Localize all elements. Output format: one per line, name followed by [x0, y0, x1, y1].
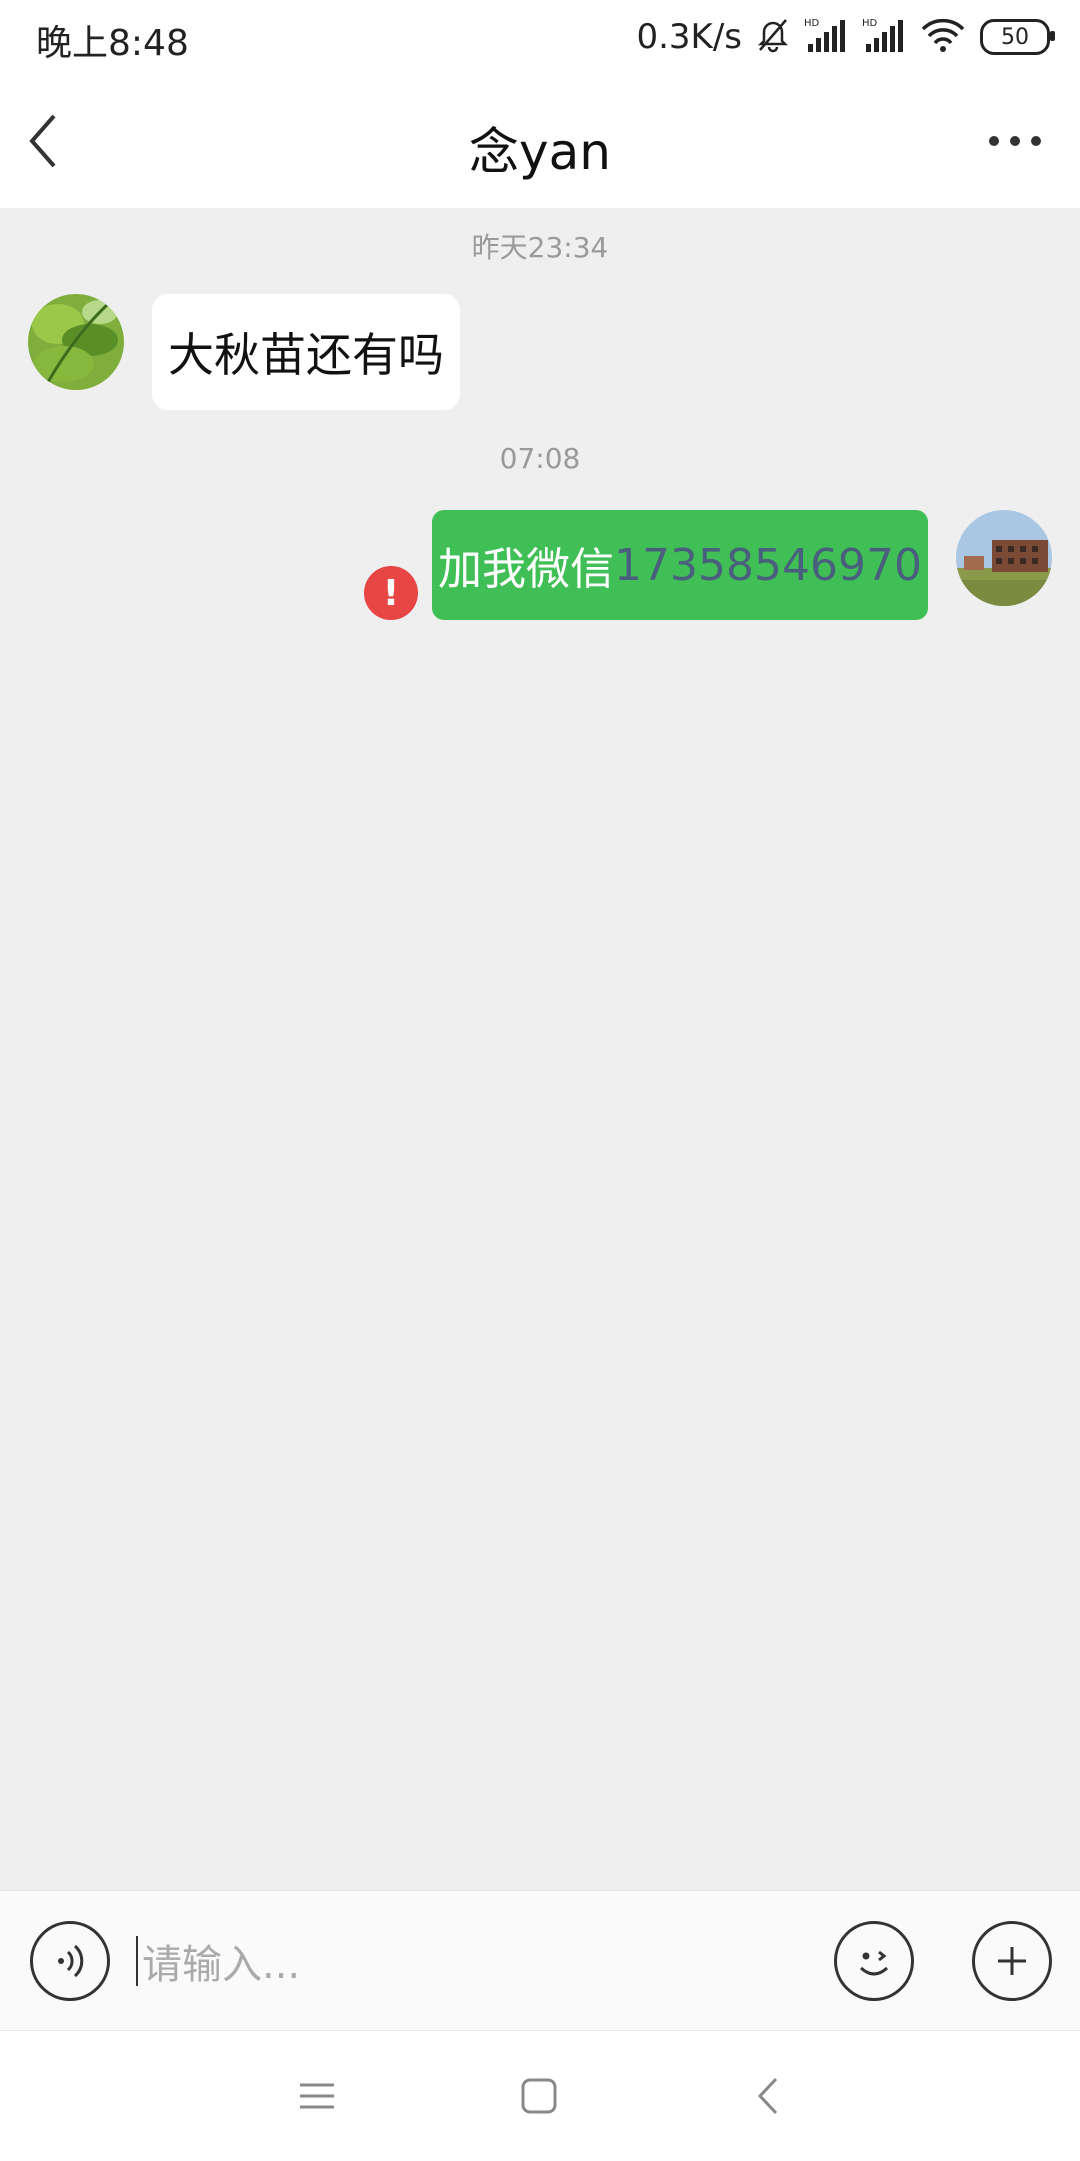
chat-header: 念yan	[0, 76, 1080, 208]
more-options-button[interactable]	[980, 106, 1050, 176]
recent-apps-button[interactable]	[294, 2073, 340, 2119]
wifi-icon	[920, 17, 966, 57]
add-attachment-button[interactable]	[972, 1921, 1052, 2001]
battery-level: 50	[1001, 24, 1029, 50]
menu-icon	[300, 2083, 334, 2109]
home-square-icon	[521, 2078, 557, 2114]
incoming-message-bubble[interactable]: 大秋苗还有吗	[152, 294, 460, 410]
my-avatar[interactable]	[956, 510, 1052, 606]
input-placeholder: 请输入...	[142, 1942, 301, 1988]
voice-button[interactable]	[30, 1921, 110, 2001]
status-time: 晚上8:48	[36, 23, 189, 64]
status-bar: 晚上8:48 0.3K/s HD HD 50	[0, 0, 1080, 76]
svg-text:HD: HD	[862, 18, 878, 29]
message-text: 大秋苗还有吗	[168, 328, 444, 382]
phone-number-link[interactable]: 17358546970	[614, 540, 922, 591]
emoji-icon	[859, 1950, 889, 1976]
system-nav-bar	[0, 2030, 1080, 2161]
voice-icon	[58, 1944, 84, 1978]
text-caret	[136, 1936, 138, 1986]
svg-text:HD: HD	[804, 18, 820, 29]
outgoing-message-bubble[interactable]: 加我微信 17358546970	[432, 510, 928, 620]
message-timestamp: 07:08	[499, 442, 581, 475]
emoji-button[interactable]	[834, 1921, 914, 2001]
network-speed: 0.3K/s	[636, 17, 742, 57]
message-input[interactable]: 请输入...	[136, 1929, 796, 1993]
exclamation-icon: !	[382, 572, 400, 614]
message-input-bar: 请输入...	[0, 1890, 1080, 2031]
battery-indicator: 50	[980, 19, 1055, 55]
chevron-left-icon	[757, 2077, 778, 2115]
status-icons: 0.3K/s HD HD 50	[636, 12, 1055, 62]
mute-bell-icon	[756, 17, 790, 57]
contact-avatar[interactable]	[28, 294, 124, 390]
send-failed-icon[interactable]: !	[364, 566, 418, 620]
message-timestamp: 昨天23:34	[471, 231, 609, 264]
more-dots-icon	[989, 136, 1041, 146]
home-button[interactable]	[516, 2073, 562, 2119]
plus-icon	[998, 1947, 1026, 1975]
system-back-button[interactable]	[746, 2073, 792, 2119]
message-text: 加我微信	[438, 544, 615, 595]
signal-hd-icon: HD	[862, 16, 906, 58]
chat-title: 念yan	[469, 123, 611, 181]
signal-hd-icon: HD	[804, 16, 848, 58]
